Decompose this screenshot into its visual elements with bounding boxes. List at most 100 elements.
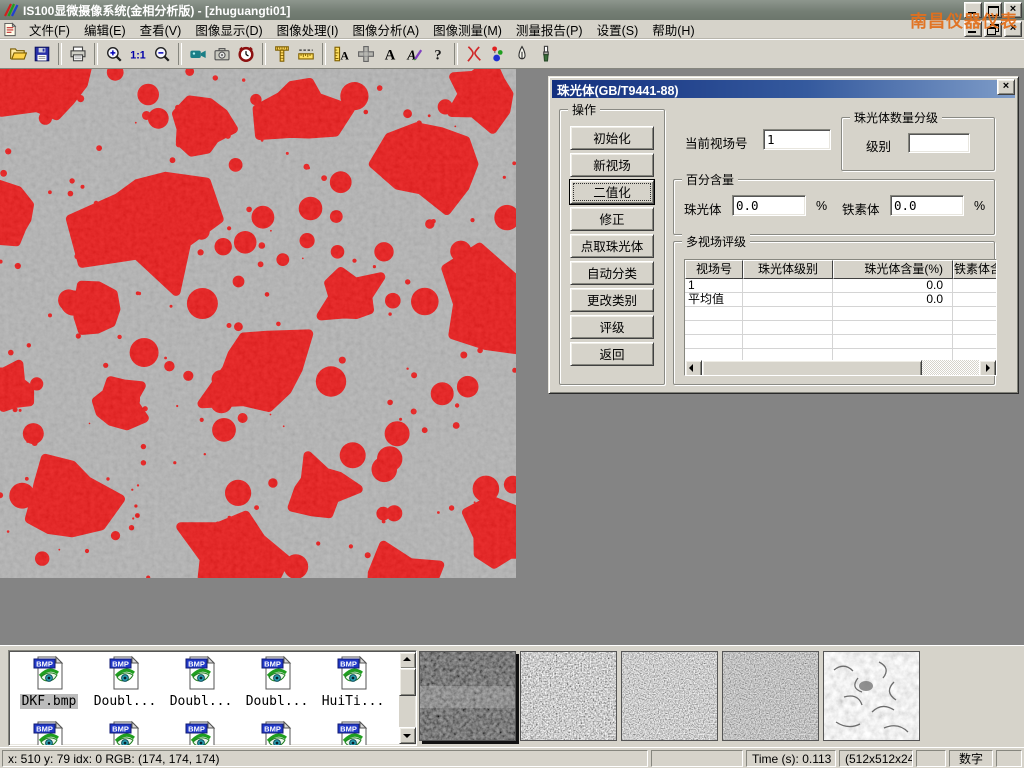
menu-image-analysis[interactable]: 图像分析(A) <box>345 19 426 40</box>
zoom-out-button[interactable] <box>150 42 174 67</box>
dialog-title-bar[interactable]: 珠光体(GB/T9441-88) <box>552 80 1015 98</box>
text-tool-button[interactable]: A <box>378 42 402 67</box>
rating-table[interactable]: 视场号 珠光体级别 珠光体含量(%) 铁素体含量(%) 1 0.0 平均值 <box>684 259 997 376</box>
pick-pearlite-button[interactable]: 点取珠光体 <box>570 234 654 258</box>
clock-icon <box>237 45 255 63</box>
table-horizontal-scrollbar[interactable] <box>685 360 996 375</box>
mdi-minimize-button[interactable] <box>964 21 982 37</box>
open-button[interactable] <box>6 42 30 67</box>
grade-level-label: 级别 <box>866 136 891 155</box>
grade-level-input[interactable] <box>908 133 970 153</box>
file-name[interactable]: Doubl... <box>244 694 311 709</box>
menu-edit[interactable]: 编辑(E) <box>77 19 133 40</box>
file-item[interactable]: Doubl... <box>87 654 163 710</box>
measure-text-button[interactable]: A <box>330 42 354 67</box>
annotate-button[interactable]: A <box>402 42 426 67</box>
file-item[interactable]: Doubl... <box>163 654 239 710</box>
mdi-close-button[interactable]: × <box>1004 21 1022 37</box>
grade-button[interactable]: 评级 <box>570 315 654 339</box>
init-button[interactable]: 初始化 <box>570 126 654 150</box>
table-row[interactable]: 1 0.0 <box>685 279 996 293</box>
correct-button[interactable]: 修正 <box>570 207 654 231</box>
menu-measure-report[interactable]: 测量报告(P) <box>509 19 590 40</box>
file-name[interactable]: DKF.bmp <box>20 694 79 709</box>
thumbnail-3[interactable] <box>621 651 718 741</box>
zoom-in-button[interactable] <box>102 42 126 67</box>
col-field-no[interactable]: 视场号 <box>685 260 743 279</box>
mdi-restore-button[interactable] <box>984 21 1002 37</box>
video-capture-button[interactable] <box>186 42 210 67</box>
menu-settings[interactable]: 设置(S) <box>590 19 646 40</box>
window-close-button[interactable]: × <box>1004 2 1022 18</box>
scroll-up-button[interactable] <box>399 652 416 669</box>
file-item[interactable]: HuiTi... <box>315 654 391 710</box>
file-item[interactable] <box>11 719 87 746</box>
scrollbar-thumb[interactable] <box>399 668 416 696</box>
file-name[interactable]: Doubl... <box>92 694 159 709</box>
file-name[interactable]: HuiTi... <box>320 694 387 709</box>
col-pearlite-grade[interactable]: 珠光体级别 <box>743 260 833 279</box>
change-class-button[interactable]: 更改类别 <box>570 288 654 312</box>
snapshot-button[interactable] <box>210 42 234 67</box>
menu-image-display[interactable]: 图像显示(D) <box>188 19 269 40</box>
menu-image-measure[interactable]: 图像测量(M) <box>426 19 509 40</box>
binarize-button[interactable]: 二值化 <box>570 180 654 204</box>
file-item[interactable] <box>315 719 391 746</box>
menu-view[interactable]: 查看(V) <box>133 19 189 40</box>
file-name[interactable]: Doubl... <box>168 694 235 709</box>
col-ferrite-pct[interactable]: 铁素体含量(%) <box>953 260 997 279</box>
table-row[interactable] <box>685 335 996 349</box>
scroll-right-button[interactable] <box>979 360 996 376</box>
save-button[interactable] <box>30 42 54 67</box>
file-item[interactable] <box>163 719 239 746</box>
auto-classify-button[interactable]: 自动分类 <box>570 261 654 285</box>
table-row[interactable] <box>685 321 996 335</box>
document-icon[interactable] <box>3 22 18 37</box>
window-maximize-button[interactable] <box>984 2 1002 18</box>
help-button[interactable]: ? <box>426 42 450 67</box>
scrollbar-thumb[interactable] <box>702 360 922 376</box>
bmp-file-icon <box>260 654 294 692</box>
thumbnail-2[interactable] <box>520 651 617 741</box>
table-row[interactable]: 平均值 0.0 <box>685 293 996 307</box>
scroll-down-button[interactable] <box>399 727 416 744</box>
new-field-button[interactable]: 新视场 <box>570 153 654 177</box>
ferrite-percent-input[interactable]: 0.0 <box>890 195 964 216</box>
window-minimize-button[interactable] <box>964 2 982 18</box>
grid-button[interactable] <box>354 42 378 67</box>
curve-tool-button[interactable] <box>462 42 486 67</box>
brush-tool-button[interactable] <box>534 42 558 67</box>
file-list-scrollbar[interactable] <box>399 652 415 744</box>
pearlite-percent-input[interactable]: 0.0 <box>732 195 806 216</box>
file-item[interactable]: DKF.bmp <box>11 654 87 710</box>
actual-size-button[interactable]: 1:1 <box>126 42 150 67</box>
timer-button[interactable] <box>234 42 258 67</box>
scrollbar-track[interactable] <box>922 360 979 375</box>
thumbnail-4[interactable] <box>722 651 819 741</box>
file-item[interactable] <box>239 719 315 746</box>
ferrite-percent-label: 铁素体 <box>842 199 880 218</box>
dialog-close-button[interactable]: × <box>997 79 1015 95</box>
print-button[interactable] <box>66 42 90 67</box>
file-item[interactable] <box>87 719 163 746</box>
ruler-measure-button[interactable] <box>294 42 318 67</box>
pen-tool-button[interactable] <box>510 42 534 67</box>
classify-button[interactable] <box>486 42 510 67</box>
caliper-measure-button[interactable] <box>270 42 294 67</box>
return-button[interactable]: 返回 <box>570 342 654 366</box>
menu-file[interactable]: 文件(F) <box>22 19 77 40</box>
col-pearlite-pct[interactable]: 珠光体含量(%) <box>833 260 953 279</box>
specimen-image[interactable] <box>0 69 516 578</box>
cell <box>743 279 833 293</box>
thumbnail-5[interactable] <box>823 651 920 741</box>
thumbnail-1[interactable] <box>419 651 516 741</box>
time-status: Time (s): 0.113 <box>746 750 836 767</box>
menu-image-process[interactable]: 图像处理(I) <box>270 19 346 40</box>
rating-group-label: 多视场评级 <box>682 233 750 250</box>
file-item[interactable]: Doubl... <box>239 654 315 710</box>
scroll-left-button[interactable] <box>685 360 702 376</box>
table-row[interactable] <box>685 307 996 321</box>
current-view-input[interactable]: 1 <box>763 129 831 150</box>
file-list[interactable]: DKF.bmp Doubl... Doubl... Doubl... HuiTi… <box>8 650 417 746</box>
menu-help[interactable]: 帮助(H) <box>645 19 701 40</box>
